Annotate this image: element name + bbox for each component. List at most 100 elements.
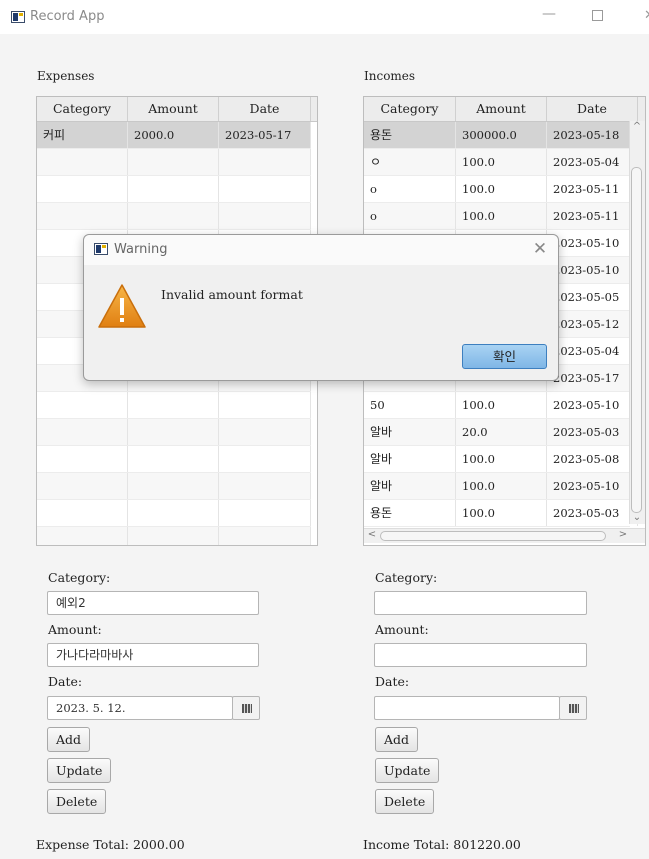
income-delete-button[interactable]: Delete (375, 789, 435, 814)
table-row[interactable]: ㅇ 100.0 2023-05-04 (364, 149, 638, 176)
table-row[interactable]: 용돈 300000.0 2023-05-18 (364, 122, 638, 149)
cell-amount (128, 473, 219, 499)
table-row[interactable]: o 100.0 2023-05-11 (364, 203, 638, 230)
cell-date (219, 176, 311, 202)
app-icon (11, 11, 25, 23)
cell-amount: 100.0 (456, 500, 547, 526)
cell-date: 2023-05-03 (547, 500, 638, 526)
expense-date-picker-button[interactable] (232, 696, 260, 720)
income-update-button[interactable]: Update (375, 758, 440, 783)
scroll-left-icon[interactable]: < (364, 529, 380, 540)
maximize-button[interactable] (592, 10, 603, 21)
column-header-category[interactable]: Category (37, 97, 128, 121)
expense-category-input[interactable]: 예외2 (47, 591, 259, 615)
cell-date: 2023-05-17 (547, 365, 638, 391)
table-row[interactable] (37, 473, 311, 500)
cell-category: 알바 (364, 446, 456, 472)
cell-category: 알바 (364, 473, 456, 499)
income-amount-input[interactable] (374, 643, 587, 667)
column-header-amount[interactable]: Amount (128, 97, 219, 121)
cell-amount: 100.0 (456, 392, 547, 418)
cell-category (37, 203, 128, 229)
cell-date: 2023-05-11 (547, 203, 638, 229)
cell-amount: 100.0 (456, 176, 547, 202)
cell-amount (128, 500, 219, 526)
expense-delete-button[interactable]: Delete (47, 789, 107, 814)
incomes-vertical-scroll-thumb[interactable] (631, 167, 642, 513)
table-row[interactable] (37, 500, 311, 527)
expense-add-button[interactable]: Add (47, 727, 91, 752)
table-row[interactable]: 알바 100.0 2023-05-08 (364, 446, 638, 473)
cell-date: 2023-05-05 (547, 284, 638, 310)
scroll-up-icon[interactable]: ^ (629, 121, 645, 132)
window-title: Record App (30, 9, 105, 24)
dialog-close-icon[interactable]: ✕ (531, 239, 549, 259)
income-date-picker-button[interactable] (559, 696, 587, 720)
table-row[interactable] (37, 176, 311, 203)
cell-category (37, 176, 128, 202)
column-header-date[interactable]: Date (547, 97, 638, 121)
minimize-button[interactable]: — (538, 6, 560, 26)
cell-date: 2023-05-04 (547, 338, 638, 364)
cell-date (219, 419, 311, 445)
dialog-ok-button[interactable]: 확인 (462, 344, 547, 369)
incomes-horizontal-scroll-thumb[interactable] (380, 531, 606, 541)
expense-update-button[interactable]: Update (47, 758, 112, 783)
cell-date: 2023-05-17 (219, 122, 311, 148)
table-row[interactable]: 커피 2000.0 2023-05-17 (37, 122, 311, 149)
column-header-amount[interactable]: Amount (456, 97, 547, 121)
table-row[interactable] (37, 203, 311, 230)
income-date-input[interactable] (374, 696, 560, 720)
cell-amount: 300000.0 (456, 122, 547, 148)
cell-date: 2023-05-10 (547, 473, 638, 499)
cell-amount: 100.0 (456, 149, 547, 175)
cell-amount (128, 392, 219, 418)
cell-date (219, 203, 311, 229)
cell-date: 2023-05-10 (547, 392, 638, 418)
income-amount-label: Amount: (375, 622, 429, 637)
expense-amount-label: Amount: (48, 622, 102, 637)
table-row[interactable]: 알바 100.0 2023-05-10 (364, 473, 638, 500)
table-row[interactable]: o 100.0 2023-05-11 (364, 176, 638, 203)
table-row[interactable] (37, 527, 311, 545)
column-header-date[interactable]: Date (219, 97, 311, 121)
cell-date: 2023-05-03 (547, 419, 638, 445)
cell-date: 2023-05-10 (547, 230, 638, 256)
table-row[interactable]: 50 100.0 2023-05-10 (364, 392, 638, 419)
expense-date-input[interactable]: 2023. 5. 12. (47, 696, 233, 720)
income-category-input[interactable] (374, 591, 587, 615)
cell-amount (128, 176, 219, 202)
expense-amount-input[interactable]: 가나다라마바사 (47, 643, 259, 667)
table-row[interactable] (37, 419, 311, 446)
cell-category: 용돈 (364, 500, 456, 526)
cell-date (219, 392, 311, 418)
cell-date: 2023-05-10 (547, 257, 638, 283)
table-row[interactable] (37, 392, 311, 419)
scroll-down-icon[interactable]: ⌄ (629, 512, 645, 523)
close-window-button[interactable]: ✕ (644, 8, 649, 24)
cell-date: 2023-05-12 (547, 311, 638, 337)
column-header-category[interactable]: Category (364, 97, 456, 121)
cell-category (37, 446, 128, 472)
cell-category: 용돈 (364, 122, 456, 148)
table-row[interactable] (37, 446, 311, 473)
table-row[interactable]: 알바 20.0 2023-05-03 (364, 419, 638, 446)
cell-category: o (364, 176, 456, 202)
cell-category (37, 473, 128, 499)
income-add-button[interactable]: Add (375, 727, 419, 752)
cell-category: 50 (364, 392, 456, 418)
expense-date-label: Date: (48, 674, 83, 689)
cell-category: 알바 (364, 419, 456, 445)
cell-amount (128, 527, 219, 545)
cell-amount (128, 419, 219, 445)
table-header: Category Amount Date (364, 97, 645, 122)
cell-category (37, 392, 128, 418)
cell-category: o (364, 203, 456, 229)
cell-amount (128, 446, 219, 472)
table-row[interactable] (37, 149, 311, 176)
cell-amount: 100.0 (456, 203, 547, 229)
table-row[interactable]: 용돈 100.0 2023-05-03 (364, 500, 638, 527)
income-category-label: Category: (375, 570, 438, 585)
scroll-right-icon[interactable]: > (615, 529, 631, 540)
cell-amount: 20.0 (456, 419, 547, 445)
